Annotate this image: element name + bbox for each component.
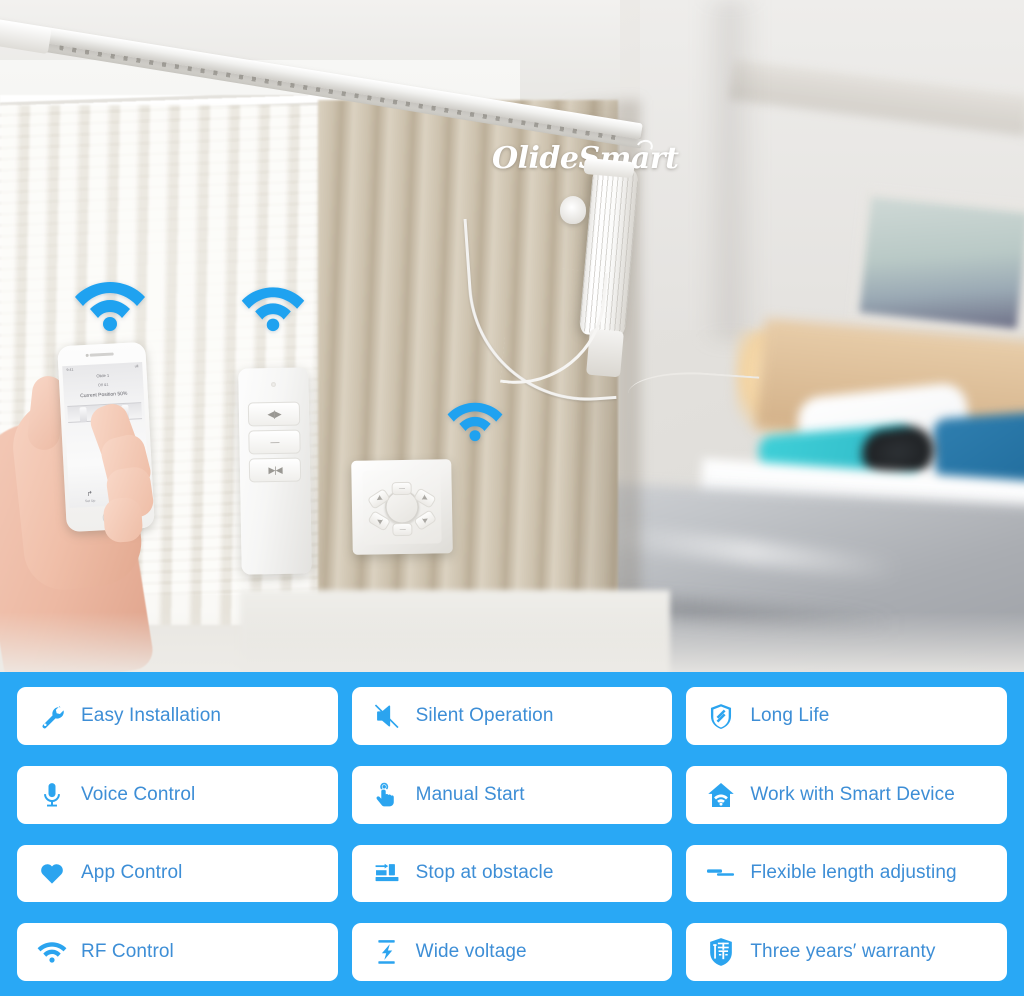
feature-label: Wide voltage [415,941,527,963]
finger [102,496,144,544]
switch-key-top[interactable]: — [391,481,412,496]
slider-handle-left[interactable] [79,406,88,423]
wrench-icon [37,701,67,731]
switch-key-bottom[interactable]: — [392,522,413,537]
microphone-icon [37,780,67,810]
feature-label: Long Life [750,704,830,726]
feature-label: Three years′ warranty [750,941,936,963]
wifi-icon [73,276,147,332]
feature-card-long-life[interactable]: Long Life [686,687,1007,745]
wall-switch-icon: ◀| — |▶ ◀| — |▶ [351,459,453,555]
remote-stop-button[interactable]: — [248,429,301,455]
phone-camera [85,353,89,357]
feature-label: Silent Operation [415,704,554,726]
mute-speaker-icon [372,701,402,731]
feature-grid: Easy Installation Silent Operation Long … [0,672,1024,996]
feature-label: Stop at obstacle [415,862,554,884]
feature-card-stop-at-obstacle[interactable]: Stop at obstacle [351,844,673,903]
current-position-label: Current Position 50% [80,390,128,400]
setup-button[interactable]: ↱ Set Up [84,491,96,504]
warranty-badge-icon [706,937,736,967]
feature-card-wide-voltage[interactable]: Wide voltage [351,923,673,981]
corner-shadow [700,0,760,340]
phone-speaker [89,352,114,357]
feature-card-flexible-length-adjusting[interactable]: Flexible length adjusting [686,844,1007,903]
wifi-icon [446,398,504,442]
lightning-bolt-icon [372,937,402,967]
framed-artwork [851,189,1024,337]
remote-icon: ◀|▶ — ▶|◀ [238,367,312,575]
product-feature-page: OlideSmart [0,0,1024,996]
tap-hand-icon [372,780,402,810]
feature-card-voice-control[interactable]: Voice Control [17,765,338,824]
setup-label: Set Up [84,498,96,504]
heart-icon [37,858,67,888]
feature-label: RF Control [81,941,174,963]
remote-led [270,381,277,388]
feature-card-easy-installation[interactable]: Easy Installation [17,687,338,745]
feature-label: Flexible length adjusting [750,862,957,884]
switch-face: ◀| — |▶ ◀| — |▶ [362,469,442,545]
feature-label: Voice Control [81,783,196,805]
obstacle-stop-icon [372,858,402,888]
feature-card-app-control[interactable]: App Control [17,844,338,903]
wifi-icon [240,282,306,332]
remote-close-button[interactable]: ▶|◀ [248,457,302,483]
app-subtitle: Off &1 [97,382,109,388]
status-indicators: ull [134,364,139,369]
feature-label: Easy Installation [81,704,222,726]
shield-icon [706,701,736,731]
feature-label: Manual Start [415,783,525,805]
feature-label: App Control [81,862,183,884]
feature-label: Work with Smart Device [750,783,955,805]
feature-card-silent-operation[interactable]: Silent Operation [351,687,673,745]
feature-card-work-with-smart-device[interactable]: Work with Smart Device [686,765,1007,824]
wifi-icon [37,937,67,967]
feature-card-rf-control[interactable]: RF Control [17,923,338,981]
adjustable-rail-icon [706,858,736,888]
status-time: 9:41 [66,367,74,372]
feature-card-manual-start[interactable]: Manual Start [351,765,673,824]
photo-bottom-fade [0,612,1024,672]
smart-home-wifi-icon [706,780,736,810]
feature-card-three-years-warranty[interactable]: Three years′ warranty [686,923,1007,981]
remote-open-button[interactable]: ◀|▶ [247,401,301,427]
hero-photo: OlideSmart [0,0,1024,672]
